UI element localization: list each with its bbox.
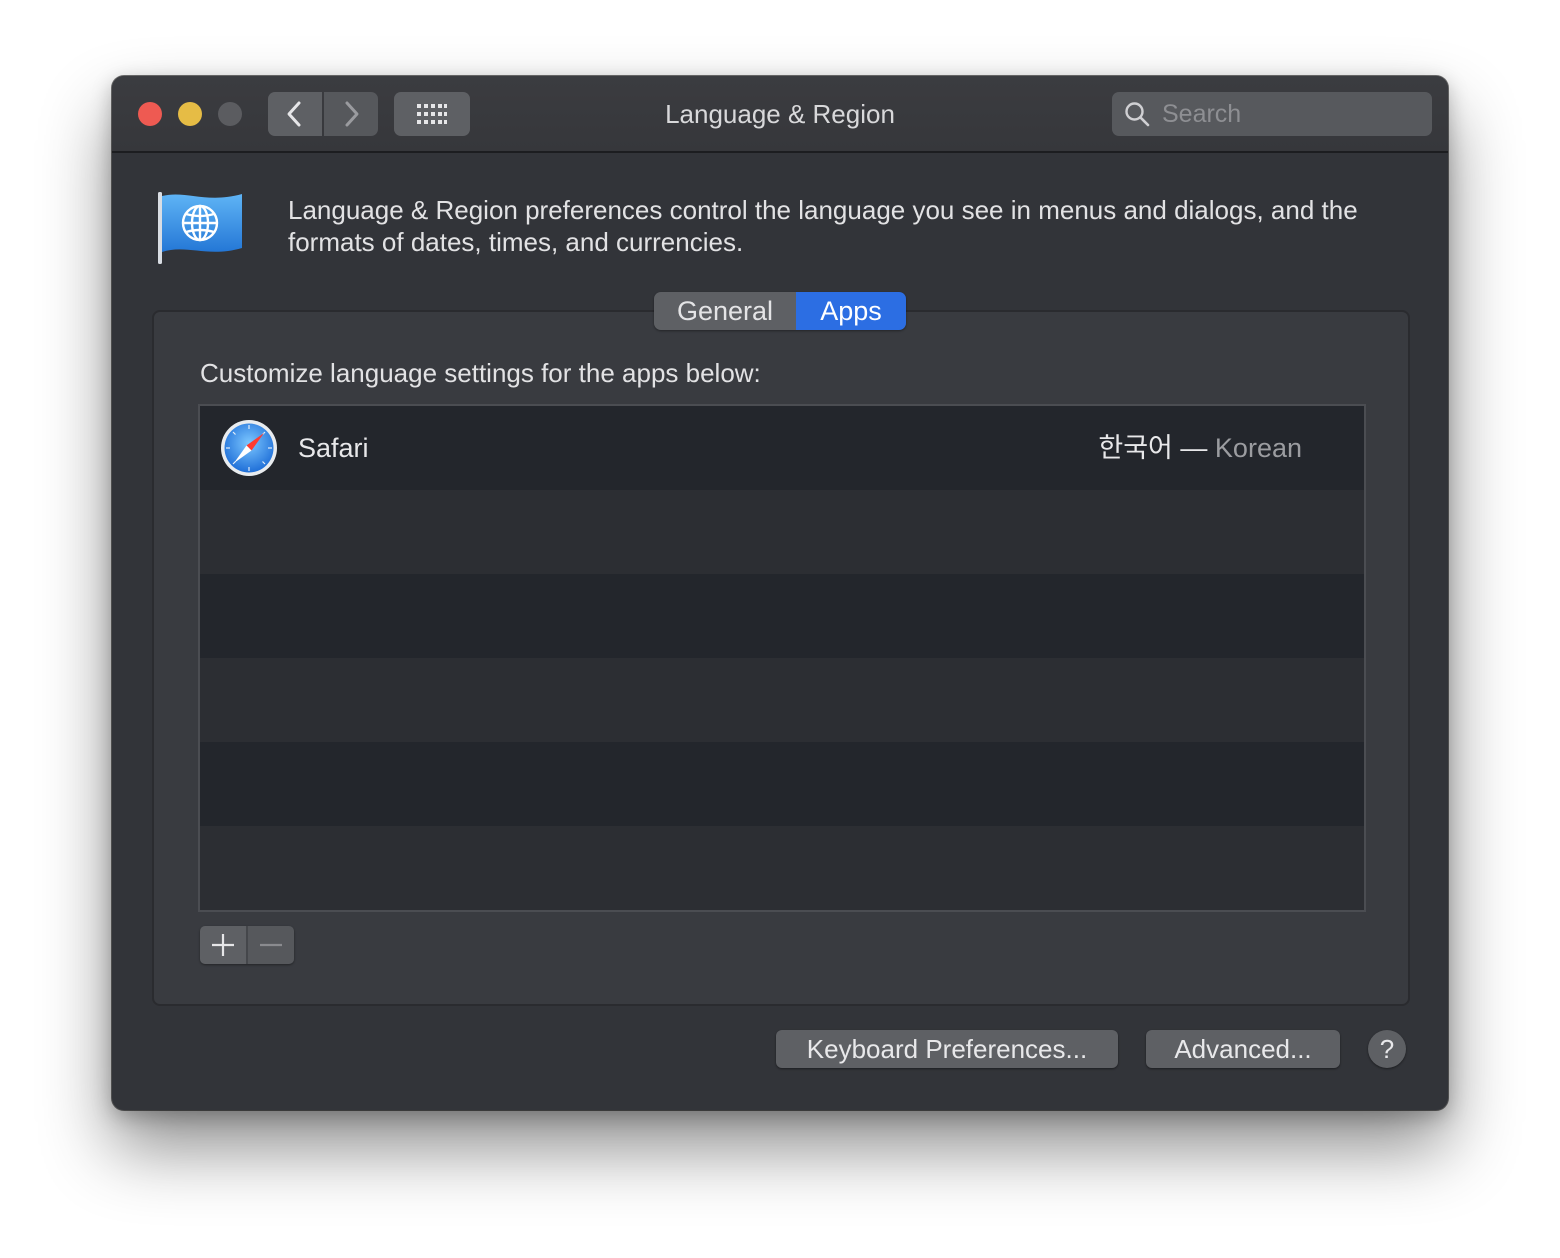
tab-general[interactable]: General: [654, 292, 796, 330]
search-icon: [1125, 102, 1150, 127]
titlebar: Language & Region: [112, 76, 1448, 153]
help-button[interactable]: ?: [1368, 1030, 1406, 1068]
apps-table[interactable]: Safari 한국어 — Korean: [198, 404, 1366, 912]
advanced-button[interactable]: Advanced...: [1146, 1030, 1340, 1068]
tab-apps[interactable]: Apps: [796, 292, 906, 330]
table-row[interactable]: Safari 한국어 — Korean: [200, 406, 1364, 490]
language-separator: —: [1180, 433, 1208, 463]
tab-control: General Apps: [654, 292, 906, 330]
app-name: Safari: [298, 433, 369, 463]
add-app-button[interactable]: [200, 926, 248, 964]
add-remove-control: [200, 926, 294, 964]
table-row-empty: [200, 826, 1364, 910]
search-field[interactable]: [1112, 92, 1432, 136]
table-row-empty: [200, 742, 1364, 826]
table-row-empty: [200, 574, 1364, 658]
flag-globe-icon: [158, 192, 242, 264]
table-row-empty: [200, 658, 1364, 742]
plus-icon: [212, 934, 234, 956]
apps-instruction: Customize language settings for the apps…: [200, 358, 761, 388]
minus-icon: [260, 943, 282, 947]
safari-compass-icon: [221, 420, 277, 476]
pane-description: Language & Region preferences control th…: [288, 195, 1358, 257]
app-language[interactable]: 한국어 — Korean: [1098, 432, 1302, 464]
language-english-name: Korean: [1214, 433, 1302, 463]
table-row-empty: [200, 490, 1364, 574]
preferences-window: Language & Region Language & Regi: [112, 76, 1448, 1110]
language-native-name: 한국어: [1098, 433, 1173, 463]
keyboard-preferences-button[interactable]: Keyboard Preferences...: [776, 1030, 1118, 1068]
remove-app-button[interactable]: [248, 926, 294, 964]
search-input[interactable]: [1160, 98, 1414, 130]
